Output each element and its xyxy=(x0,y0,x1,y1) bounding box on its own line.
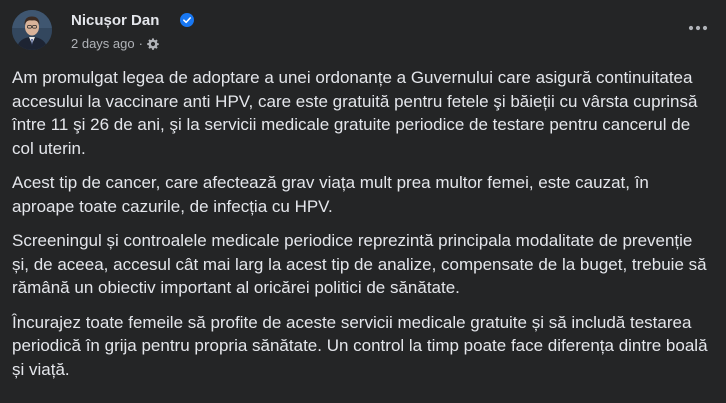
post-timestamp[interactable]: 2 days ago xyxy=(71,36,135,51)
post-meta: 2 days ago · xyxy=(71,36,159,51)
avatar-image xyxy=(12,10,52,50)
post-paragraph: Am promulgat legea de adoptare a unei or… xyxy=(12,68,698,158)
author-avatar[interactable] xyxy=(12,10,52,50)
post-card: Nicușor Dan 2 days ago · Am promulgat le… xyxy=(0,0,726,403)
gear-icon[interactable] xyxy=(147,37,159,50)
more-options-icon xyxy=(688,25,708,31)
post-header: Nicușor Dan 2 days ago · xyxy=(12,10,714,54)
post-content: Am promulgat legea de adoptare a unei or… xyxy=(12,66,712,392)
more-options-button[interactable] xyxy=(682,18,714,38)
author-name[interactable]: Nicușor Dan xyxy=(71,12,159,29)
meta-separator: · xyxy=(138,36,143,51)
post-paragraph: Acest tip de cancer, care afectează grav… xyxy=(12,173,649,216)
post-paragraph: Încurajez toate femeile să profite de ac… xyxy=(12,312,708,379)
post-paragraph: Screeningul și controalele medicale peri… xyxy=(12,231,707,297)
verified-badge-icon xyxy=(180,13,194,27)
